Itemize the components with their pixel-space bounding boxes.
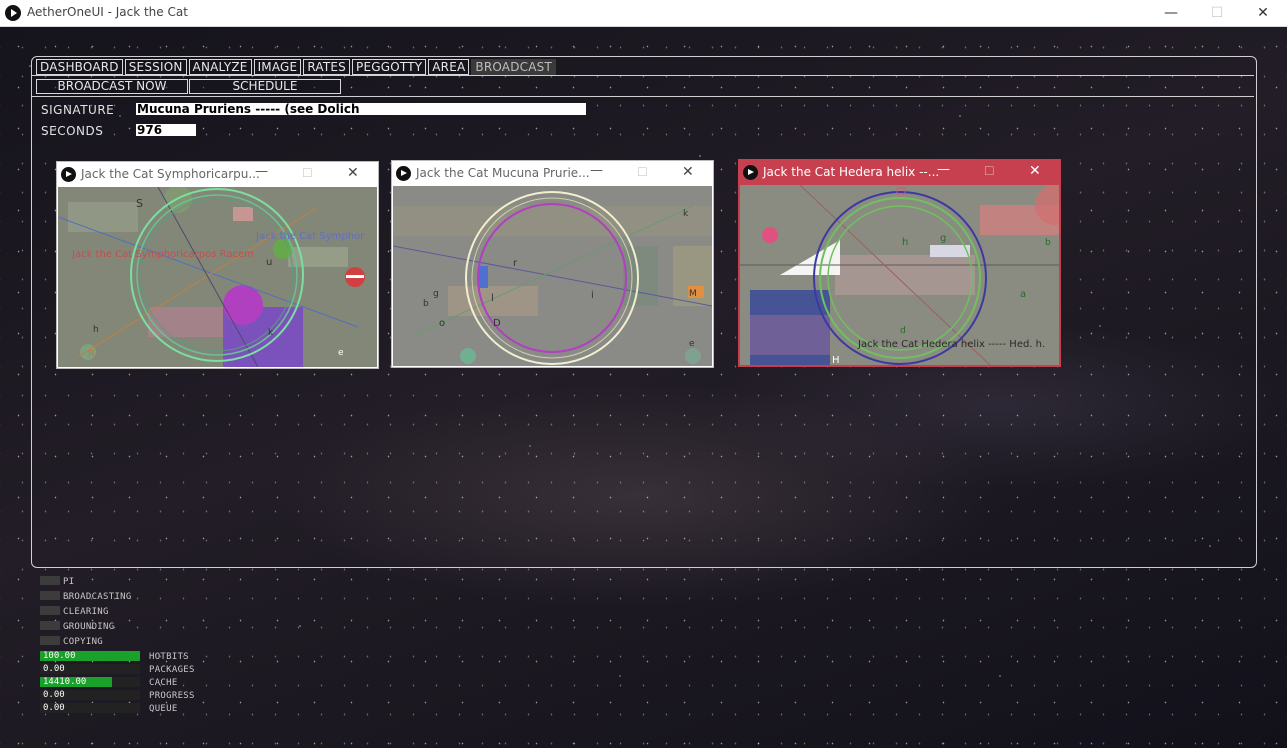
cache-bar: 14410.00 xyxy=(40,677,140,687)
packages-label: PACKAGES xyxy=(149,665,195,675)
window-titlebar[interactable]: AetherOneUI - Jack the Cat — ☐ ✕ xyxy=(0,0,1287,27)
overlay-text: Jack the Cat Symphor xyxy=(255,231,365,242)
overlay-text: H xyxy=(832,355,840,365)
overlay-text: g xyxy=(433,289,439,299)
signature-input[interactable]: Mucuna Pruriens ----- (see Dolich xyxy=(136,103,586,115)
overlay-text: S xyxy=(136,197,143,210)
close-button[interactable]: ✕ xyxy=(1242,0,1284,26)
radionic-canvas-1: S Jack the Cat Symphor Jack the Cat Symp… xyxy=(58,187,377,367)
broadcast-window-1-titlebar[interactable]: Jack the Cat Symphoricarpu... — ☐ ✕ xyxy=(57,162,378,186)
radionic-canvas-3: Jack the Cat Hedera helix ----- Hed. h. … xyxy=(740,185,1059,365)
broadcast-window-2-titlebar[interactable]: Jack the Cat Mucuna Prurie... — ☐ ✕ xyxy=(392,161,713,185)
tab-divider xyxy=(32,75,1254,76)
cache-value: 14410.00 xyxy=(43,677,87,687)
overlay-text: a xyxy=(1020,289,1026,300)
action-divider xyxy=(32,96,1254,97)
close-button[interactable]: ✕ xyxy=(347,165,359,181)
seconds-label: SECONDS xyxy=(41,124,104,138)
radionic-canvas-2: r l i D M b o k e g xyxy=(393,186,712,366)
grounding-indicator xyxy=(40,621,60,630)
hotbits-value: 100.00 xyxy=(43,651,76,661)
tab-analyze[interactable]: ANALYZE xyxy=(188,59,252,75)
copying-indicator xyxy=(40,636,60,645)
broadcasting-indicator xyxy=(40,591,60,600)
minimize-button[interactable]: — xyxy=(1150,0,1192,26)
broadcast-window-3[interactable]: Jack the Cat Hedera helix --... — ☐ ✕ Ja… xyxy=(739,160,1060,366)
window-title: AetherOneUI - Jack the Cat xyxy=(27,5,188,19)
tab-area[interactable]: AREA xyxy=(428,59,470,75)
overlay-text: i xyxy=(591,290,594,301)
pi-indicator xyxy=(40,576,60,585)
packages-bar: 0.00 xyxy=(40,664,140,674)
overlay-text: Jack the Cat Symphoricarpos Racem xyxy=(71,249,254,260)
cache-label: CACHE xyxy=(149,678,178,688)
tab-broadcast[interactable]: BROADCAST xyxy=(471,59,556,75)
copying-label: COPYING xyxy=(63,637,104,647)
clearing-indicator xyxy=(40,606,60,615)
overlay-text: h xyxy=(902,237,908,248)
play-icon xyxy=(61,167,76,182)
minimize-button[interactable]: — xyxy=(937,162,950,177)
schedule-button[interactable]: SCHEDULE xyxy=(189,79,341,94)
overlay-text: u xyxy=(266,257,272,268)
progress-bar: 0.00 xyxy=(40,690,140,700)
broadcast-window-2[interactable]: Jack the Cat Mucuna Prurie... — ☐ ✕ r l … xyxy=(392,161,713,367)
overlay-text: o xyxy=(439,318,445,329)
overlay-text: Jack the Cat Hedera helix ----- Hed. h. xyxy=(857,339,1045,350)
overlay-text: k xyxy=(683,209,689,219)
overlay-text: l xyxy=(491,293,494,304)
overlay-text: e xyxy=(689,339,695,349)
maximize-button[interactable]: ☐ xyxy=(302,166,313,180)
overlay-text: D xyxy=(493,318,501,329)
packages-value: 0.00 xyxy=(43,664,65,674)
tab-session[interactable]: SESSION xyxy=(124,59,187,75)
clearing-label: CLEARING xyxy=(63,607,109,617)
maximize-button[interactable]: ☐ xyxy=(984,164,995,178)
overlay-text: M xyxy=(689,289,697,299)
broadcast-now-button[interactable]: BROADCAST NOW xyxy=(36,79,188,94)
grounding-label: GROUNDING xyxy=(63,622,115,632)
overlay-text: d xyxy=(900,326,906,336)
overlay-text: h xyxy=(93,325,99,335)
overlay-text: R xyxy=(88,349,95,360)
overlay-text: b xyxy=(1045,238,1051,248)
pi-label: PI xyxy=(63,577,75,587)
overlay-text: k xyxy=(268,328,274,338)
play-icon xyxy=(396,166,411,181)
minimize-button[interactable]: — xyxy=(255,164,268,179)
tab-image[interactable]: IMAGE xyxy=(253,59,302,75)
tab-rates[interactable]: RATES xyxy=(303,59,351,75)
overlay-text: b xyxy=(423,299,429,309)
tab-peggotty[interactable]: PEGGOTTY xyxy=(352,59,427,75)
app-play-icon xyxy=(5,5,21,21)
hotbits-bar: 100.00 xyxy=(40,651,140,661)
minimize-button[interactable]: — xyxy=(590,163,603,178)
queue-label: QUEUE xyxy=(149,704,178,714)
play-icon xyxy=(743,165,758,180)
maximize-button[interactable]: ☐ xyxy=(637,165,648,179)
overlay-text: e xyxy=(338,348,344,358)
signature-label: SIGNATURE xyxy=(41,103,115,117)
seconds-input[interactable]: 976 xyxy=(136,124,196,136)
maximize-button[interactable]: ☐ xyxy=(1196,0,1238,26)
broadcast-window-2-title: Jack the Cat Mucuna Prurie... xyxy=(416,166,590,180)
hotbits-label: HOTBITS xyxy=(149,652,190,662)
overlay-text: g xyxy=(940,233,946,244)
broadcast-window-1-title: Jack the Cat Symphoricarpu... xyxy=(81,167,260,181)
close-button[interactable]: ✕ xyxy=(682,164,694,180)
broadcast-window-3-titlebar[interactable]: Jack the Cat Hedera helix --... — ☐ ✕ xyxy=(739,160,1060,184)
queue-value: 0.00 xyxy=(43,703,65,713)
broadcast-window-1[interactable]: Jack the Cat Symphoricarpu... — ☐ ✕ S Ja… xyxy=(57,162,378,368)
broadcasting-label: BROADCASTING xyxy=(63,592,132,602)
tab-dashboard[interactable]: DASHBOARD xyxy=(36,59,123,75)
progress-label: PROGRESS xyxy=(149,691,195,701)
tab-bar: DASHBOARD SESSION ANALYZE IMAGE RATES PE… xyxy=(36,59,558,75)
close-button[interactable]: ✕ xyxy=(1029,163,1041,179)
progress-value: 0.00 xyxy=(43,690,65,700)
queue-bar: 0.00 xyxy=(40,703,140,713)
broadcast-window-3-title: Jack the Cat Hedera helix --... xyxy=(763,165,940,179)
